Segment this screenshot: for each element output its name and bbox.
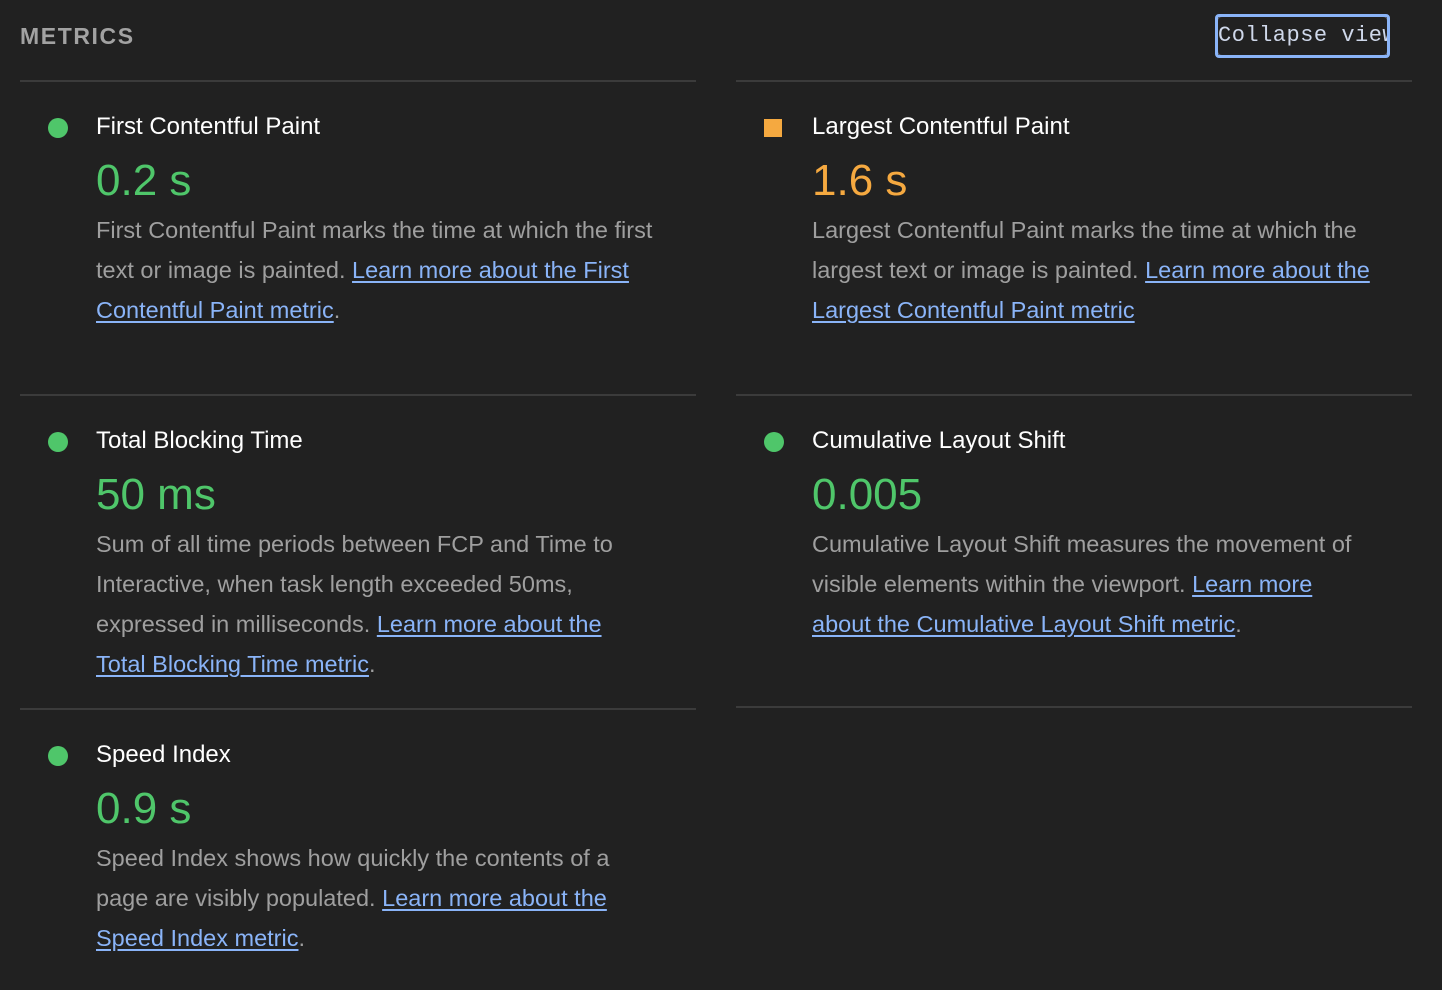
metric-first-contentful-paint: First Contentful Paint 0.2 s First Conte… [20, 80, 696, 323]
pass-circle-icon [48, 432, 68, 452]
metric-speed-index: Speed Index 0.9 s Speed Index shows how … [20, 708, 696, 951]
metric-description: Largest Contentful Paint marks the time … [812, 210, 1372, 330]
metric-description: Speed Index shows how quickly the conten… [96, 838, 656, 958]
metric-description: Sum of all time periods between FCP and … [96, 524, 656, 684]
metric-description: Cumulative Layout Shift measures the mov… [812, 524, 1372, 644]
metric-title: Speed Index [96, 741, 231, 768]
description-suffix: . [1235, 611, 1242, 637]
collapse-view-button[interactable]: Collapse view [1215, 14, 1390, 58]
metric-title: Largest Contentful Paint [812, 113, 1070, 140]
metric-value: 0.9 s [96, 784, 192, 833]
pass-circle-icon [48, 746, 68, 766]
pass-circle-icon [764, 432, 784, 452]
metrics-panel: METRICS Collapse view First Contentful P… [0, 0, 1442, 990]
description-suffix: . [298, 925, 306, 951]
description-suffix: . [368, 651, 376, 677]
section-title: METRICS [20, 23, 135, 49]
pass-circle-icon [48, 118, 68, 138]
description-suffix: . [333, 297, 341, 323]
metric-description: First Contentful Paint marks the time at… [96, 210, 656, 330]
metric-largest-contentful-paint: Largest Contentful Paint 1.6 s Largest C… [736, 80, 1412, 323]
divider [736, 706, 1412, 708]
metric-value: 1.6 s [812, 156, 908, 205]
metric-value: 0.2 s [96, 156, 192, 205]
metric-title: Total Blocking Time [96, 427, 303, 454]
metric-title: First Contentful Paint [96, 113, 321, 140]
metric-total-blocking-time: Total Blocking Time 50 ms Sum of all tim… [20, 394, 696, 677]
metric-value: 0.005 [812, 470, 923, 519]
average-square-icon [764, 119, 782, 137]
metric-title: Cumulative Layout Shift [812, 427, 1066, 454]
metric-value: 50 ms [96, 470, 216, 519]
metric-cumulative-layout-shift: Cumulative Layout Shift 0.005 Cumulative… [736, 394, 1412, 637]
